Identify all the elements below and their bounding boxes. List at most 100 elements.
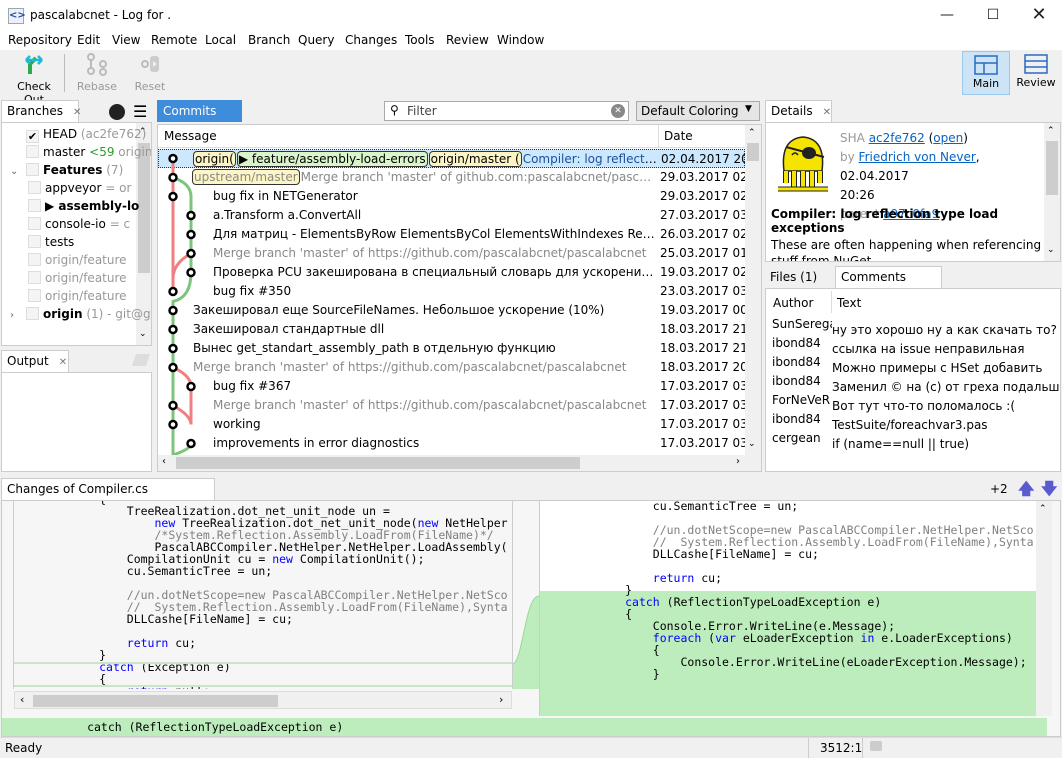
scroll-down-icon[interactable]: ⌄ — [748, 439, 756, 449]
branch-item[interactable]: origin/feature — [28, 251, 127, 269]
comment-row[interactable]: ibond84 Можно примеры с HSet добавить — [772, 353, 1042, 375]
filter-input[interactable]: ⚲ Filter ✕ — [384, 101, 629, 121]
hamburger-menu-icon[interactable]: ☰ — [133, 102, 147, 121]
menu-edit[interactable]: Edit — [77, 33, 100, 47]
scroll-thumb[interactable] — [138, 143, 150, 273]
commit-row[interactable]: bug fix #367 17.03.2017 03:5 — [158, 377, 745, 396]
menu-query[interactable]: Query — [298, 33, 334, 47]
branch-item[interactable]: origin/feature — [28, 287, 127, 305]
branch-item[interactable]: ▶ assembly-lo — [28, 197, 139, 215]
menu-view[interactable]: View — [112, 33, 140, 47]
branch-checkbox[interactable] — [28, 199, 41, 212]
scroll-right-icon[interactable]: › — [499, 693, 503, 706]
branch-item[interactable]: tests — [28, 233, 74, 251]
tab-commits[interactable]: Commits (971) — [157, 100, 242, 138]
scroll-up-icon[interactable]: ⌃ — [1039, 504, 1047, 514]
scroll-thumb[interactable] — [1046, 141, 1058, 195]
close-icon[interactable]: ✕ — [823, 107, 831, 118]
clear-output-icon[interactable] — [131, 354, 151, 366]
check-out-button[interactable]: Check Out — [6, 52, 62, 106]
close-icon[interactable]: ✕ — [59, 357, 67, 368]
maximize-button[interactable]: ☐ — [970, 0, 1016, 32]
tab-files[interactable]: Files (1) — [770, 270, 817, 284]
coloring-dropdown[interactable]: Default Coloring ▼ — [636, 101, 760, 121]
column-message[interactable]: Message — [164, 129, 217, 143]
menu-changes[interactable]: Changes — [345, 33, 397, 47]
ref-badge[interactable]: ▶ feature/assembly-load-errors — [236, 151, 428, 167]
branch-item[interactable]: origin/feature — [28, 269, 127, 287]
close-button[interactable]: ✕ — [1016, 0, 1062, 32]
column-date[interactable]: Date — [664, 129, 693, 143]
scroll-thumb[interactable] — [747, 143, 759, 161]
main-view-button[interactable]: Main — [962, 51, 1010, 95]
branch-checkbox[interactable] — [26, 163, 39, 176]
scroll-thumb[interactable] — [33, 695, 278, 707]
open-link[interactable]: open — [933, 131, 963, 145]
tab-output[interactable]: Output ✕ — [1, 350, 69, 372]
commit-row[interactable]: Merge branch 'master' of https://github.… — [158, 358, 745, 377]
branch-checkbox[interactable] — [28, 253, 41, 266]
branch-item[interactable]: › origin (1) - git@g — [10, 305, 151, 323]
branch-checkbox[interactable] — [28, 289, 41, 302]
comment-bubble-icon[interactable] — [870, 741, 882, 751]
branch-checkbox[interactable] — [28, 181, 41, 194]
comment-row[interactable]: ForNeVeR Вот тут что-то поломалось :( — [772, 391, 1015, 413]
menu-branch[interactable]: Branch — [248, 33, 290, 47]
diff-hscrollbar[interactable]: ‹ › — [14, 691, 512, 709]
branch-checkbox[interactable] — [26, 307, 39, 320]
tab-comments[interactable]: Comments (7)✕ — [835, 266, 942, 304]
commit-row[interactable]: Проверка PCU закеширована в специальный … — [158, 263, 745, 282]
commits-vscrollbar[interactable]: ⌃ ⌄ — [745, 125, 761, 455]
scroll-down-icon[interactable]: ⌄ — [139, 329, 147, 339]
review-view-button[interactable]: Review — [1012, 51, 1060, 95]
commit-row[interactable]: upstream/master Merge branch 'master' of … — [158, 168, 745, 187]
column-divider[interactable] — [658, 125, 659, 148]
scroll-left-icon[interactable]: ‹ — [20, 693, 24, 706]
clear-filter-icon[interactable]: ✕ — [611, 104, 625, 118]
details-scrollbar[interactable]: ⌃ ⌄ — [1044, 123, 1060, 261]
column-text[interactable]: Text — [837, 296, 861, 310]
comment-row[interactable]: cergean if (name==null || true) — [772, 429, 969, 451]
branch-item[interactable]: master <59 origin — [10, 143, 151, 161]
branch-item[interactable]: ⌄ Features (7) — [10, 161, 123, 179]
branch-checkbox[interactable] — [28, 271, 41, 284]
branch-item[interactable]: appveyor = or — [28, 179, 131, 197]
commit-row[interactable]: Закешировал еще SourceFileNames. Небольш… — [158, 301, 745, 320]
branch-checkbox[interactable] — [26, 145, 39, 158]
commit-row[interactable]: Вынес get_standart_assembly_path в отдел… — [158, 339, 745, 358]
commit-row[interactable]: Merge branch 'master' of https://github.… — [158, 396, 745, 415]
scroll-down-icon[interactable]: ⌄ — [1047, 245, 1055, 255]
branch-item[interactable]: console-io = c — [28, 215, 130, 233]
menu-local[interactable]: Local — [205, 33, 236, 47]
menu-review[interactable]: Review — [446, 33, 489, 47]
commit-row[interactable]: bug fix #350 23.03.2017 03:2 — [158, 282, 745, 301]
comment-row[interactable]: ibond84 TestSuite/foreachvar3.pas — [772, 410, 988, 432]
commit-row[interactable]: origin(▶ feature/assembly-load-errors ori… — [158, 149, 746, 168]
chevron-down-icon[interactable]: ⌄ — [10, 163, 26, 181]
commit-row[interactable]: Merge branch 'master' of https://github.… — [158, 244, 745, 263]
branch-checkbox[interactable] — [28, 217, 41, 230]
commits-hscrollbar[interactable]: ‹ › — [158, 455, 761, 471]
ref-badge[interactable]: upstream/master — [192, 169, 300, 185]
chevron-right-icon[interactable]: › — [10, 307, 26, 325]
scroll-up-icon[interactable]: ⌃ — [1047, 126, 1055, 136]
scroll-thumb[interactable] — [176, 457, 580, 469]
tab-details[interactable]: Details ✕ — [765, 100, 832, 122]
scroll-up-icon[interactable]: ⌃ — [748, 128, 756, 138]
branch-item[interactable]: ✔ HEAD (ac2fe762) — [10, 125, 146, 143]
scroll-right-icon[interactable]: › — [736, 456, 740, 467]
commit-row[interactable]: Для матриц - ElementsByRow ElementsByCol… — [158, 225, 745, 244]
commit-row[interactable]: a.Transform a.ConvertAll 27.03.2017 03:5 — [158, 206, 745, 225]
github-icon[interactable] — [109, 104, 125, 120]
comment-row[interactable]: ibond84 Заменил © на (с) от греха подальш… — [772, 372, 1060, 394]
minimize-button[interactable]: — — [924, 0, 970, 32]
menu-window[interactable]: Window — [497, 33, 544, 47]
close-icon[interactable]: ✕ — [73, 107, 81, 118]
diff-right-pane[interactable]: cu.SemanticTree = un; //un.dotNetScope=n… — [539, 501, 1036, 716]
commit-row[interactable]: improvements in error diagnostics 17.03.2… — [158, 434, 745, 453]
column-divider[interactable] — [831, 291, 832, 313]
tab-changes[interactable]: Changes of Compiler.cs (Modified)✕ — [1, 478, 215, 516]
branch-checkbox[interactable] — [28, 235, 41, 248]
author-link[interactable]: Friedrich von Never — [859, 150, 976, 164]
diff-left-pane[interactable]: { TreeRealization.dot_net_unit_node un =… — [13, 501, 513, 689]
